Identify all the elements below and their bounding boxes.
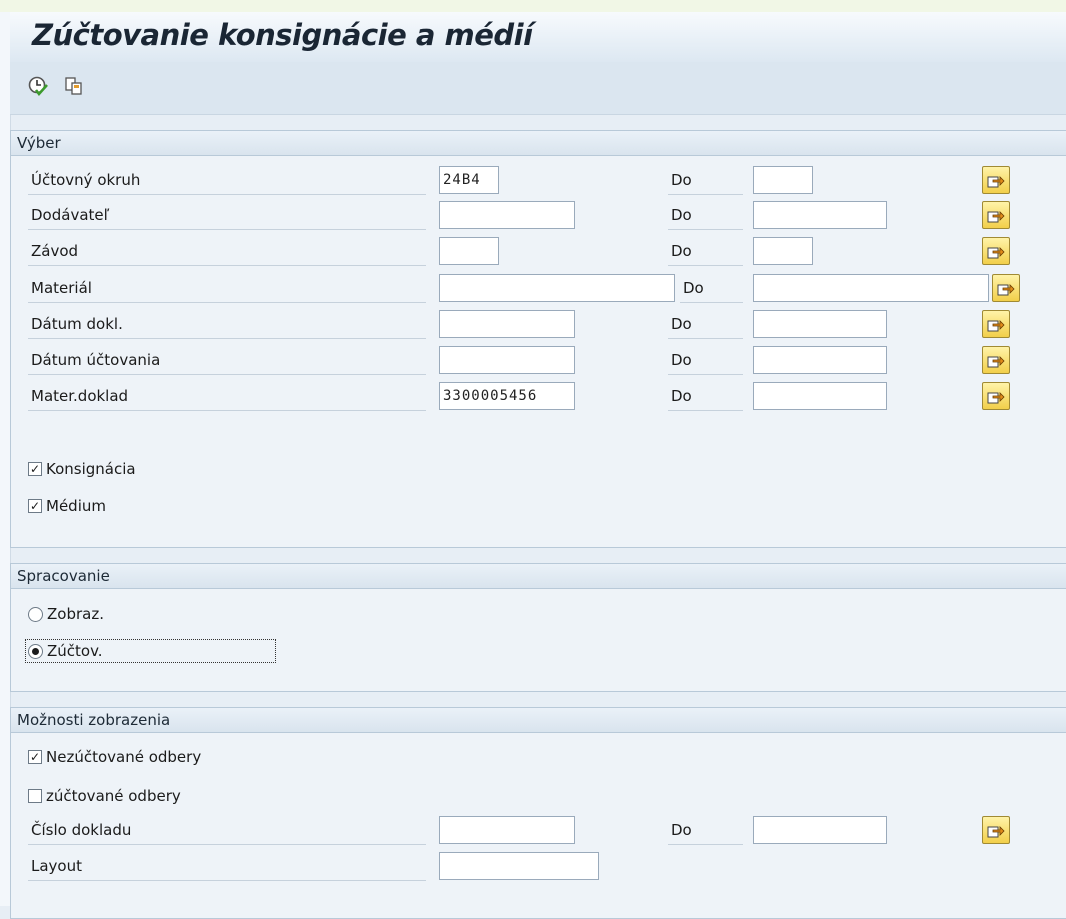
multiple-selection-arrow-icon [987, 356, 1005, 368]
display-radio[interactable] [28, 606, 43, 622]
posted-withdrawals-label: zúčtované odbery [46, 787, 181, 805]
display-radio-label: Zobraz. [47, 605, 104, 623]
multiple-selection-arrow-icon [987, 176, 1005, 188]
unposted-withdrawals-label: Nezúčtované odbery [46, 748, 202, 766]
material-to-label: Do [680, 274, 743, 303]
document-date-from-input[interactable] [439, 310, 575, 338]
row-plant: Závod Do [28, 237, 1048, 269]
unposted-withdrawals-checkbox[interactable]: ✓ [28, 750, 42, 764]
material-document-label: Mater.doklad [28, 382, 426, 411]
multiple-selection-arrow-icon [987, 247, 1005, 259]
vendor-to-input[interactable] [753, 201, 887, 229]
material-document-to-label: Do [668, 382, 743, 411]
consignment-checkbox[interactable]: ✓ [28, 462, 42, 476]
company-code-from-input[interactable]: 24B4 [439, 166, 499, 194]
execute-clock-icon [28, 76, 48, 97]
material-multiple-selection-button[interactable] [992, 274, 1020, 302]
post-radio-row[interactable]: Zúčtov. [25, 639, 276, 663]
document-date-to-input[interactable] [753, 310, 887, 338]
document-number-label: Číslo dokladu [28, 816, 426, 845]
posting-date-to-label: Do [668, 346, 743, 375]
row-document-number: Číslo dokladu Do [28, 816, 1048, 848]
plant-to-input[interactable] [753, 237, 813, 265]
posting-date-label: Dátum účtovania [28, 346, 426, 375]
company-code-label: Účtovný okruh [28, 166, 426, 195]
document-number-to-input[interactable] [753, 816, 887, 844]
document-number-from-input[interactable] [439, 816, 575, 844]
display-options-group: Možnosti zobrazenia [10, 707, 1066, 919]
posting-date-from-input[interactable] [439, 346, 575, 374]
title-bar: Zúčtovanie konsignácie a médií [10, 12, 1066, 63]
posting-date-to-input[interactable] [753, 346, 887, 374]
document-date-to-label: Do [668, 310, 743, 339]
multiple-selection-arrow-icon [987, 826, 1005, 838]
document-number-multiple-selection-button[interactable] [982, 816, 1010, 844]
multiple-selection-arrow-icon [987, 392, 1005, 404]
post-radio-label: Zúčtov. [47, 642, 103, 660]
display-radio-row[interactable]: Zobraz. [28, 603, 104, 625]
posted-checkbox-row[interactable]: zúčtované odbery [28, 785, 181, 807]
processing-group-header: Spracovanie [11, 564, 1066, 589]
document-date-label: Dátum dokl. [28, 310, 426, 339]
selection-group-header: Výber [11, 131, 1066, 156]
consignment-checkbox-row[interactable]: ✓ Konsignácia [28, 458, 136, 480]
posting-date-multiple-selection-button[interactable] [982, 346, 1010, 374]
row-material-document: Mater.doklad 3300005456 Do [28, 382, 1048, 414]
consignment-label: Konsignácia [46, 460, 136, 478]
layout-input[interactable] [439, 852, 599, 880]
plant-label: Závod [28, 237, 426, 266]
row-company-code: Účtovný okruh 24B4 Do [28, 166, 1048, 198]
row-material: Materiál Do [28, 274, 1048, 306]
posted-withdrawals-checkbox[interactable] [28, 789, 42, 803]
document-number-to-label: Do [668, 816, 743, 845]
vendor-from-input[interactable] [439, 201, 575, 229]
post-radio[interactable] [28, 643, 43, 659]
row-layout: Layout [28, 852, 1048, 884]
medium-label: Médium [46, 497, 106, 515]
company-code-multiple-selection-button[interactable] [982, 166, 1010, 194]
plant-from-input[interactable] [439, 237, 499, 265]
company-code-to-label: Do [668, 166, 743, 195]
medium-checkbox-row[interactable]: ✓ Médium [28, 495, 106, 517]
multiple-selection-arrow-icon [997, 284, 1015, 296]
vendor-multiple-selection-button[interactable] [982, 201, 1010, 229]
vendor-label: Dodávateľ [28, 201, 426, 230]
row-vendor: Dodávateľ Do [28, 201, 1048, 233]
row-document-date: Dátum dokl. Do [28, 310, 1048, 342]
application-toolbar [10, 62, 1066, 115]
plant-to-label: Do [668, 237, 743, 266]
medium-checkbox[interactable]: ✓ [28, 499, 42, 513]
material-document-to-input[interactable] [753, 382, 887, 410]
execute-button[interactable] [26, 74, 50, 98]
layout-label: Layout [28, 852, 426, 881]
material-to-input[interactable] [753, 274, 989, 302]
company-code-to-input[interactable] [753, 166, 813, 194]
get-variant-button[interactable] [62, 74, 86, 98]
material-label: Materiál [28, 274, 426, 303]
material-from-input[interactable] [439, 274, 675, 302]
multiple-selection-arrow-icon [987, 211, 1005, 223]
material-document-multiple-selection-button[interactable] [982, 382, 1010, 410]
processing-group: Spracovanie [10, 563, 1066, 692]
material-document-from-input[interactable]: 3300005456 [439, 382, 575, 410]
multiple-selection-arrow-icon [987, 320, 1005, 332]
document-date-multiple-selection-button[interactable] [982, 310, 1010, 338]
plant-multiple-selection-button[interactable] [982, 237, 1010, 265]
unposted-checkbox-row[interactable]: ✓ Nezúčtované odbery [28, 746, 201, 768]
display-options-group-header: Možnosti zobrazenia [11, 708, 1066, 733]
post-radio-focus[interactable]: Zúčtov. [25, 639, 276, 663]
vendor-to-label: Do [668, 201, 743, 230]
row-posting-date: Dátum účtovania Do [28, 346, 1048, 378]
top-strip [0, 0, 1066, 12]
page-title: Zúčtovanie konsignácie a médií [32, 18, 533, 52]
get-variant-icon [65, 77, 82, 95]
radio-selected-dot [32, 647, 39, 655]
